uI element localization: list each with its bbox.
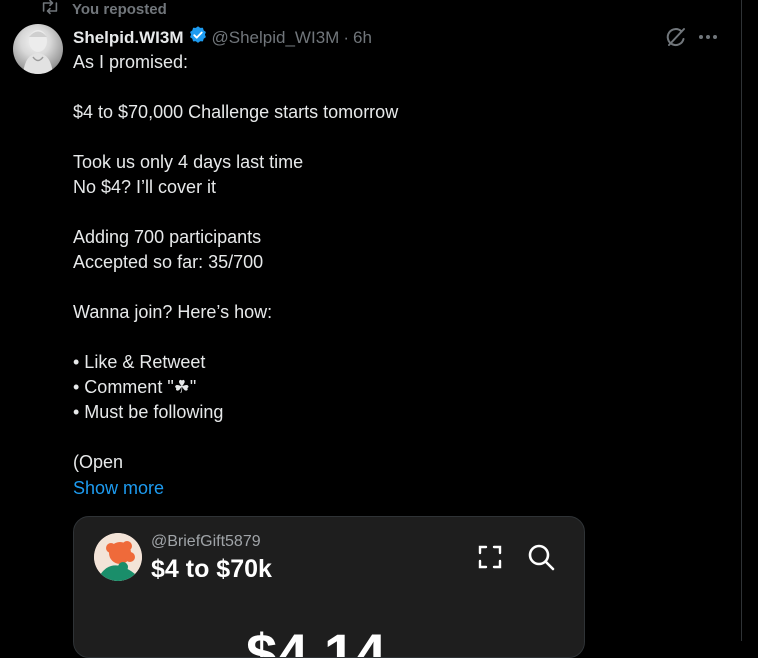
expand-icon[interactable] <box>477 544 503 570</box>
tweet-line: No $4? I’ll cover it <box>73 177 217 197</box>
tweet-line <box>73 75 593 100</box>
repost-label: You reposted <box>72 0 167 18</box>
tweet-line: As I promised: <box>73 52 189 72</box>
tweet-line: Accepted so far: 35/700 <box>73 252 264 272</box>
tweet-line: $4 to $70,000 Challenge starts tomorrow <box>73 102 399 122</box>
timeline-border <box>741 0 742 641</box>
tweet-line: • Must be following <box>73 402 224 422</box>
tweet-line <box>73 275 593 300</box>
repost-icon <box>40 0 60 19</box>
tweet-line: Took us only 4 days last time <box>73 152 304 172</box>
tweet-timestamp[interactable]: 6h <box>353 28 372 48</box>
author-handle[interactable]: @Shelpid_WI3M <box>212 28 340 48</box>
header-separator: · <box>343 27 349 47</box>
tweet-line: Wanna join? Here’s how: <box>73 302 273 322</box>
card-title: $4 to $70k <box>151 555 272 583</box>
author-avatar[interactable] <box>13 24 63 74</box>
grok-icon[interactable] <box>664 25 688 49</box>
tweet-line <box>73 425 593 450</box>
tweet-line: • Comment "☘" <box>73 377 197 397</box>
repost-indicator: You reposted <box>40 0 167 18</box>
author-name[interactable]: Shelpid.WI3M <box>73 28 184 48</box>
tweet-line: Adding 700 participants <box>73 227 262 247</box>
card-avatar <box>94 533 142 581</box>
card-amount: $4.14 <box>246 622 387 658</box>
search-icon[interactable] <box>527 543 555 571</box>
media-card[interactable]: @BriefGift5879 $4 to $70k $4.14 <box>73 516 585 658</box>
tweet-line <box>73 125 593 150</box>
card-handle: @BriefGift5879 <box>151 533 261 550</box>
verified-badge-icon <box>188 25 208 50</box>
tweet-line: • Like & Retweet <box>73 352 206 372</box>
tweet-header: Shelpid.WI3M @Shelpid_WI3M · 6h <box>73 25 372 50</box>
tweet-line <box>73 325 593 350</box>
tweet-line: (Open <box>73 452 124 472</box>
tweet-line <box>73 200 593 225</box>
more-options-icon[interactable] <box>697 27 719 47</box>
show-more-link[interactable]: Show more <box>73 476 164 501</box>
tweet-text: As I promised: $4 to $70,000 Challenge s… <box>73 50 593 475</box>
